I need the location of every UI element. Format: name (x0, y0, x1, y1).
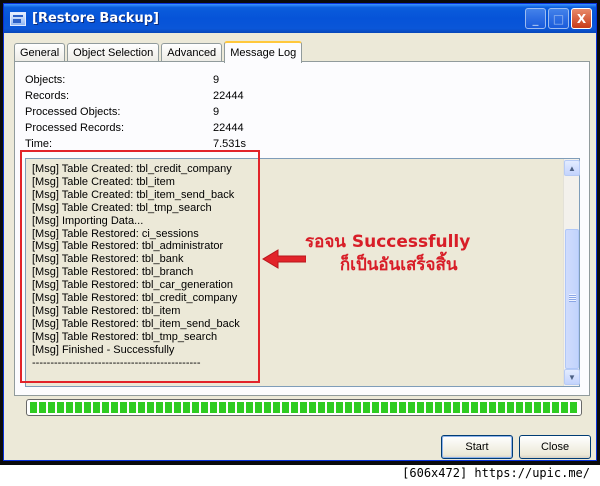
maximize-button[interactable]: □ (548, 8, 569, 29)
stat-processed-records: Processed Records: 22444 (25, 120, 246, 136)
stat-value: 7.531s (213, 138, 247, 150)
log-scrollbar[interactable]: ▲ ▼ (563, 159, 580, 386)
tab-object-selection[interactable]: Object Selection (67, 43, 160, 62)
stat-label: Records: (25, 90, 70, 102)
log-line: [Msg] Table Restored: tbl_bank (32, 253, 184, 266)
scroll-down-icon[interactable]: ▼ (564, 369, 580, 385)
log-line: [Msg] Finished - Successfully (32, 343, 175, 356)
grip-icon (569, 294, 576, 302)
tab-message-log[interactable]: Message Log (224, 41, 303, 63)
log-line: [Msg] Table Restored: tbl_credit_company (32, 292, 238, 305)
stat-processed-objects: Processed Objects: 9 (25, 104, 246, 120)
message-log-panel: Objects: 9 Records: 22444 Processed Obje… (14, 61, 590, 396)
tab-strip: General Object Selection Advanced Messag… (14, 40, 304, 63)
log-line: [Msg] Table Created: tbl_item_send_back (32, 188, 235, 201)
log-line: [Msg] Importing Data... (32, 214, 144, 227)
close-window-button[interactable]: X (571, 8, 592, 29)
stat-value: 22444 (213, 122, 244, 134)
restore-backup-window: [Restore Backup] _ □ X General Object Se… (3, 3, 597, 461)
log-line: [Msg] Table Restored: tbl_branch (32, 266, 194, 279)
stat-value: 9 (213, 74, 220, 86)
screenshot-frame: [Restore Backup] _ □ X General Object Se… (0, 0, 600, 465)
window-controls: _ □ X (525, 8, 592, 29)
log-line: [Msg] Table Restored: ci_sessions (32, 227, 199, 240)
stat-value: 9 (213, 106, 220, 118)
stat-records: Records: 22444 (25, 88, 246, 104)
log-line: [Msg] Table Created: tbl_credit_company (32, 163, 232, 175)
stat-label: Processed Objects: (25, 106, 121, 118)
annotation-line-1: รอจน Successfully (305, 232, 471, 252)
log-line: [Msg] Table Created: tbl_tmp_search (32, 201, 212, 214)
minimize-button[interactable]: _ (525, 8, 546, 29)
annotation-text: รอจน Successfully ก็เป็นอันเสร็จสิ้น (305, 231, 470, 277)
log-line: [Msg] Table Restored: tbl_administrator (32, 240, 224, 253)
stat-time: Time: 7.531s (25, 136, 246, 152)
stat-label: Objects: (25, 74, 66, 86)
red-arrow-icon (262, 249, 306, 269)
tab-general[interactable]: General (14, 43, 66, 62)
window-title: [Restore Backup] (32, 11, 159, 26)
log-line: [Msg] Table Restored: tbl_car_generation (32, 279, 233, 292)
log-line: [Msg] Table Restored: tbl_item (32, 304, 181, 317)
progress-bar (26, 399, 582, 416)
progress-fill (30, 402, 578, 413)
log-line: [Msg] Table Restored: tbl_tmp_search (32, 330, 218, 343)
stats-block: Objects: 9 Records: 22444 Processed Obje… (25, 72, 246, 152)
log-separator: ----------------------------------------… (32, 356, 201, 369)
message-log-textarea[interactable]: [Msg] Table Created: tbl_credit_company … (25, 158, 580, 387)
stat-label: Time: (25, 138, 53, 150)
title-bar[interactable]: [Restore Backup] _ □ X (4, 4, 596, 33)
close-button[interactable]: Close (519, 435, 591, 459)
annotation-line-2: ก็เป็นอันเสร็จสิ้น (339, 255, 458, 275)
stat-label: Processed Records: (25, 122, 125, 134)
log-line: [Msg] Table Restored: tbl_item_send_back (32, 317, 240, 330)
scroll-up-icon[interactable]: ▲ (564, 160, 580, 176)
stat-value: 22444 (213, 90, 244, 102)
app-icon (10, 11, 26, 26)
log-line: [Msg] Table Created: tbl_item (32, 175, 175, 188)
watermark: [606x472] https://upic.me/ (398, 466, 594, 484)
log-lines: [Msg] Table Created: tbl_credit_company … (32, 163, 240, 370)
tab-advanced[interactable]: Advanced (161, 43, 223, 62)
scroll-thumb[interactable] (565, 229, 579, 369)
start-button[interactable]: Start (441, 435, 513, 459)
stat-objects: Objects: 9 (25, 72, 246, 88)
